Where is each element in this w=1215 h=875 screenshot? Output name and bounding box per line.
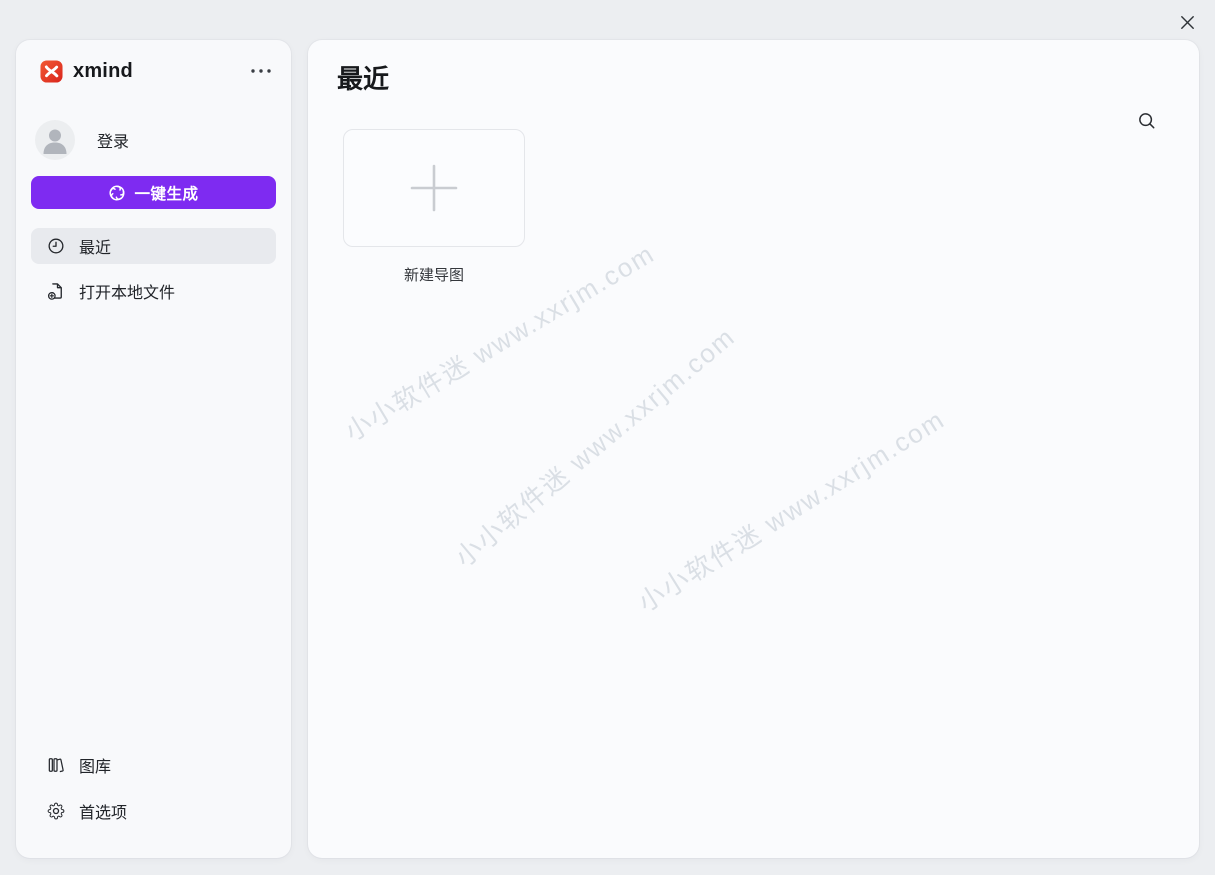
sidebar: xmind 登录 一键生成 最近 打开本地文件 图库 首选项 bbox=[16, 40, 291, 858]
new-mindmap-label: 新建导图 bbox=[403, 267, 464, 284]
search-icon bbox=[1139, 113, 1155, 129]
sidebar-item-label: 图库 bbox=[79, 759, 112, 776]
sidebar-item-label: 打开本地文件 bbox=[79, 285, 176, 302]
watermark: 小小软件迷 www.xxrjm.com bbox=[449, 321, 742, 573]
watermark: 小小软件迷 www.xxrjm.com bbox=[632, 403, 951, 618]
ai-swirl-icon bbox=[109, 184, 125, 200]
close-button[interactable] bbox=[1176, 11, 1198, 33]
login-label: 登录 bbox=[97, 134, 130, 151]
main-panel: 最近 新建导图 小小软件迷 www.xxrjm.com 小小软件迷 www.xx… bbox=[308, 40, 1199, 858]
sidebar-item-preferences[interactable]: 首选项 bbox=[31, 793, 276, 829]
library-icon bbox=[48, 758, 64, 773]
brand-name: xmind bbox=[73, 59, 133, 82]
gear-icon bbox=[47, 802, 65, 820]
sidebar-footer: 图库 首选项 bbox=[31, 747, 276, 829]
sidebar-nav: 最近 打开本地文件 bbox=[31, 228, 276, 318]
clock-icon bbox=[48, 238, 64, 254]
xmind-logo-icon bbox=[40, 59, 63, 83]
close-icon bbox=[1180, 15, 1194, 29]
new-mindmap-card[interactable] bbox=[343, 129, 525, 247]
brand-row: xmind bbox=[40, 57, 275, 85]
login-button[interactable]: 登录 bbox=[35, 120, 129, 160]
ai-generate-label: 一键生成 bbox=[134, 185, 199, 203]
plus-icon bbox=[410, 164, 458, 212]
sidebar-item-recent[interactable]: 最近 bbox=[31, 228, 276, 264]
sidebar-item-open-local-file[interactable]: 打开本地文件 bbox=[31, 273, 276, 309]
search-button[interactable] bbox=[1134, 108, 1160, 134]
file-plus-icon bbox=[47, 283, 62, 300]
page-title: 最近 bbox=[337, 64, 390, 94]
avatar bbox=[35, 120, 75, 160]
sidebar-item-label: 最近 bbox=[79, 240, 112, 257]
person-icon bbox=[43, 129, 67, 154]
sidebar-item-label: 首选项 bbox=[79, 805, 128, 822]
sidebar-item-gallery[interactable]: 图库 bbox=[31, 747, 276, 783]
overflow-menu-button[interactable] bbox=[249, 62, 275, 80]
three-dots-icon bbox=[251, 69, 271, 73]
ai-generate-button[interactable]: 一键生成 bbox=[31, 176, 276, 209]
